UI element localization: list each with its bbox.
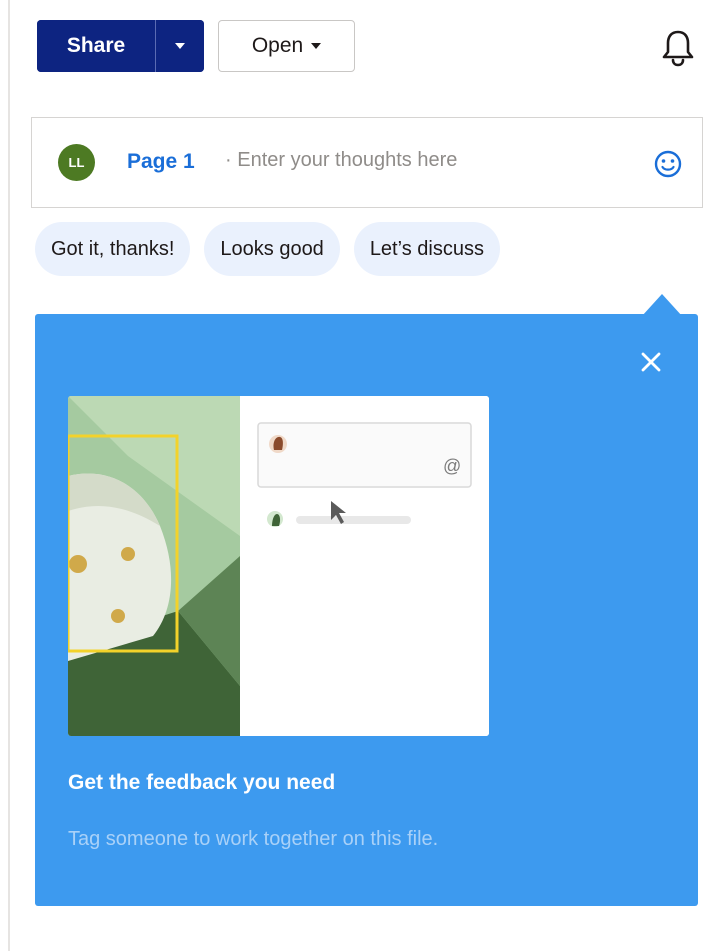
comments-panel: Share Open LL Page 1 · Enter your though… — [0, 0, 711, 951]
smiley-icon[interactable] — [650, 146, 686, 182]
close-icon[interactable] — [633, 344, 669, 380]
avatar: LL — [58, 144, 95, 181]
chevron-down-icon — [311, 43, 322, 49]
open-button-label: Open — [251, 34, 304, 57]
quick-reply-looks-good[interactable]: Looks good — [204, 222, 340, 276]
chevron-down-icon — [175, 43, 185, 49]
onboarding-tooltip: @ Get the feedback you need Tag someone … — [35, 314, 698, 906]
panel-divider — [8, 0, 10, 951]
tooltip-title: Get the feedback you need — [68, 771, 336, 794]
quick-replies: Got it, thanks! Looks good Let’s discuss — [35, 222, 500, 276]
separator-dot: · — [225, 149, 232, 171]
tooltip-arrow — [642, 294, 682, 316]
quick-reply-lets-discuss[interactable]: Let’s discuss — [353, 222, 500, 276]
share-button-group: Share — [37, 20, 204, 72]
open-button[interactable]: Open — [218, 20, 355, 72]
illustration-graphic — [68, 396, 489, 736]
mention-at-symbol: @ — [443, 456, 462, 476]
share-options-button[interactable] — [156, 20, 204, 72]
feature-illustration: @ — [68, 396, 489, 736]
share-button[interactable]: Share — [37, 20, 155, 72]
comment-input[interactable]: · Enter your thoughts here — [225, 149, 625, 172]
quick-reply-got-it[interactable]: Got it, thanks! — [35, 222, 191, 276]
page-reference-link[interactable]: Page 1 — [127, 150, 195, 174]
comment-input-box[interactable]: LL Page 1 · Enter your thoughts here — [31, 117, 703, 208]
bell-icon[interactable] — [660, 28, 696, 68]
comment-placeholder: Enter your thoughts here — [237, 149, 458, 171]
tooltip-description: Tag someone to work together on this fil… — [68, 828, 439, 850]
